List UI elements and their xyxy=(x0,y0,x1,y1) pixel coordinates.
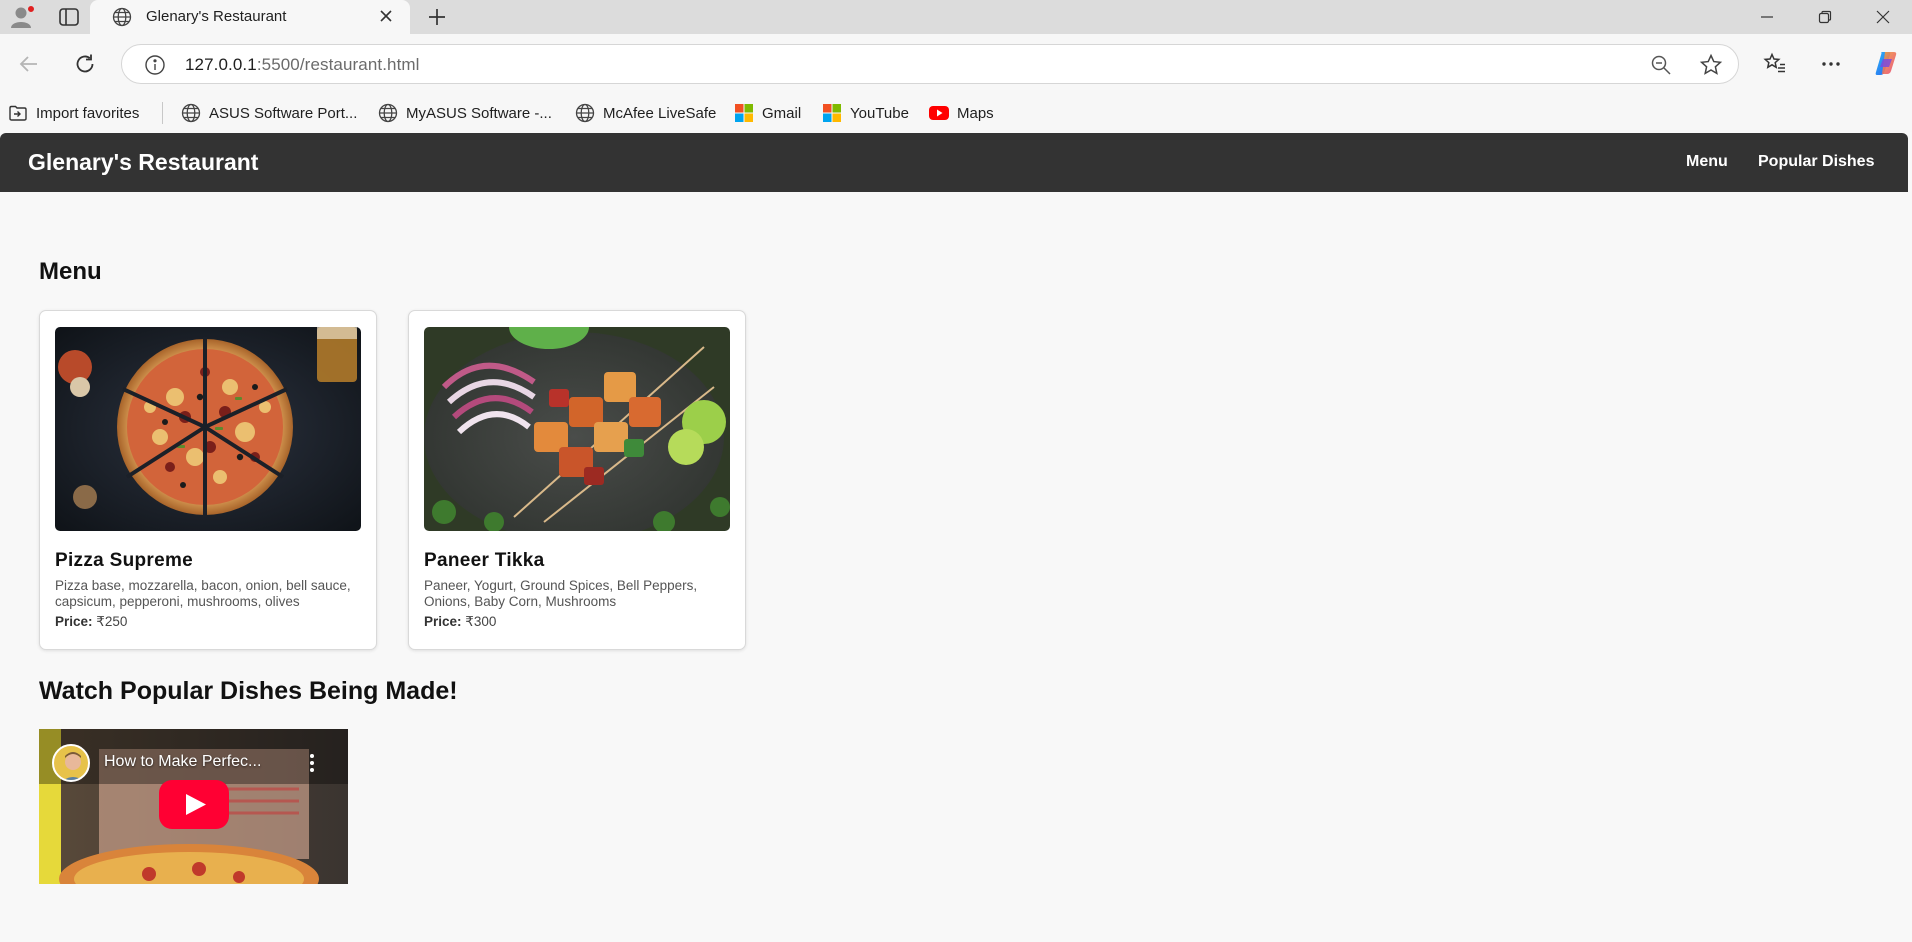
back-arrow-icon[interactable] xyxy=(14,49,44,79)
dish-name: Paneer Tikka xyxy=(424,550,545,571)
paneer-tikka-photo xyxy=(424,327,730,531)
menu-card-paneer-tikka: Paneer Tikka Paneer, Yogurt, Ground Spic… xyxy=(408,310,746,650)
site-header: Glenary's Restaurant Menu Popular Dishes xyxy=(0,133,1908,192)
video-more-icon[interactable] xyxy=(305,753,319,773)
new-tab-plus-icon[interactable] xyxy=(426,6,448,28)
tab-actions-icon[interactable] xyxy=(58,7,80,27)
bookmark-myasus-software[interactable]: MyASUS Software -... xyxy=(378,103,552,123)
bookmark-label: YouTube xyxy=(850,104,909,122)
close-tab-icon[interactable] xyxy=(376,6,396,26)
profile-avatar-icon[interactable] xyxy=(10,4,36,29)
price-value: ₹250 xyxy=(96,614,128,629)
dish-name: Pizza Supreme xyxy=(55,550,194,571)
popular-dishes-heading: Watch Popular Dishes Being Made! xyxy=(39,677,458,705)
bookmark-youtube[interactable]: YouTube xyxy=(822,103,909,123)
globe-icon xyxy=(378,103,398,123)
dish-price: Price: ₹300 xyxy=(424,614,496,630)
youtube-video-embed[interactable]: How to Make Perfec... xyxy=(39,729,348,884)
site-info-icon[interactable] xyxy=(144,54,166,76)
bookmark-label: McAfee LiveSafe xyxy=(603,104,717,122)
folder-import-icon xyxy=(8,103,28,123)
globe-icon xyxy=(112,7,132,27)
dish-description: Paneer, Yogurt, Ground Spices, Bell Pepp… xyxy=(424,578,698,609)
bookmark-label: ASUS Software Port... xyxy=(209,104,358,122)
nav-link-menu[interactable]: Menu xyxy=(1686,153,1728,171)
site-title: Glenary's Restaurant xyxy=(28,149,259,175)
bookmark-maps[interactable]: Maps xyxy=(929,103,994,123)
nav-link-popular-dishes[interactable]: Popular Dishes xyxy=(1758,153,1874,171)
menu-card-pizza-supreme: Pizza Supreme Pizza base, mozzarella, ba… xyxy=(39,310,377,650)
price-label: Price: xyxy=(424,614,462,629)
copilot-icon[interactable] xyxy=(1871,48,1901,78)
menu-heading: Menu xyxy=(39,258,102,285)
youtube-play-button-icon[interactable] xyxy=(159,780,229,829)
bookmarks-bar: Import favorites ASUS Software Port... M… xyxy=(0,94,1912,132)
browser-tab-bar: Glenary's Restaurant xyxy=(0,0,1912,34)
bookmark-gmail[interactable]: Gmail xyxy=(734,103,801,123)
globe-icon xyxy=(181,103,201,123)
zoom-out-icon[interactable] xyxy=(1650,54,1672,76)
video-title[interactable]: How to Make Perfec... xyxy=(104,753,261,771)
more-options-icon[interactable] xyxy=(1816,49,1846,79)
bookmark-label: Gmail xyxy=(762,104,802,122)
price-label: Price: xyxy=(55,614,93,629)
restore-window-icon[interactable] xyxy=(1796,0,1854,34)
microsoft-logo-icon xyxy=(822,103,842,123)
bookmark-label: Import favorites xyxy=(36,104,140,122)
dish-price: Price: ₹250 xyxy=(55,614,127,630)
refresh-icon[interactable] xyxy=(70,49,100,79)
channel-avatar[interactable] xyxy=(52,744,90,782)
url-host: 127.0.0.1 xyxy=(185,55,257,74)
tab-title: Glenary's Restaurant xyxy=(146,8,287,25)
price-value: ₹300 xyxy=(465,614,497,629)
favorite-star-icon[interactable] xyxy=(1699,53,1723,77)
url-path: :5500/restaurant.html xyxy=(256,55,420,74)
address-url: 127.0.0.1:5500/restaurant.html xyxy=(185,55,420,75)
dish-description: Pizza base, mozzarella, bacon, onion, be… xyxy=(55,578,351,609)
microsoft-logo-icon xyxy=(734,103,754,123)
browser-toolbar: 127.0.0.1:5500/restaurant.html xyxy=(0,34,1912,94)
bookmark-label: MyASUS Software -... xyxy=(406,104,552,122)
bookmark-import-favorites[interactable]: Import favorites xyxy=(8,103,139,123)
bookmark-label: Maps xyxy=(957,104,994,122)
youtube-icon xyxy=(929,103,949,123)
browser-tab-active[interactable]: Glenary's Restaurant xyxy=(90,0,410,34)
address-bar[interactable]: 127.0.0.1:5500/restaurant.html xyxy=(121,44,1739,84)
bookmark-mcafee-livesafe[interactable]: McAfee LiveSafe xyxy=(575,103,716,123)
close-window-icon[interactable] xyxy=(1854,0,1912,34)
favorites-list-icon[interactable] xyxy=(1760,49,1790,79)
bookmarks-divider xyxy=(162,102,163,124)
pizza-photo xyxy=(55,327,361,531)
minimize-icon[interactable] xyxy=(1738,0,1796,34)
globe-icon xyxy=(575,103,595,123)
bookmark-asus-software-portal[interactable]: ASUS Software Port... xyxy=(181,103,357,123)
